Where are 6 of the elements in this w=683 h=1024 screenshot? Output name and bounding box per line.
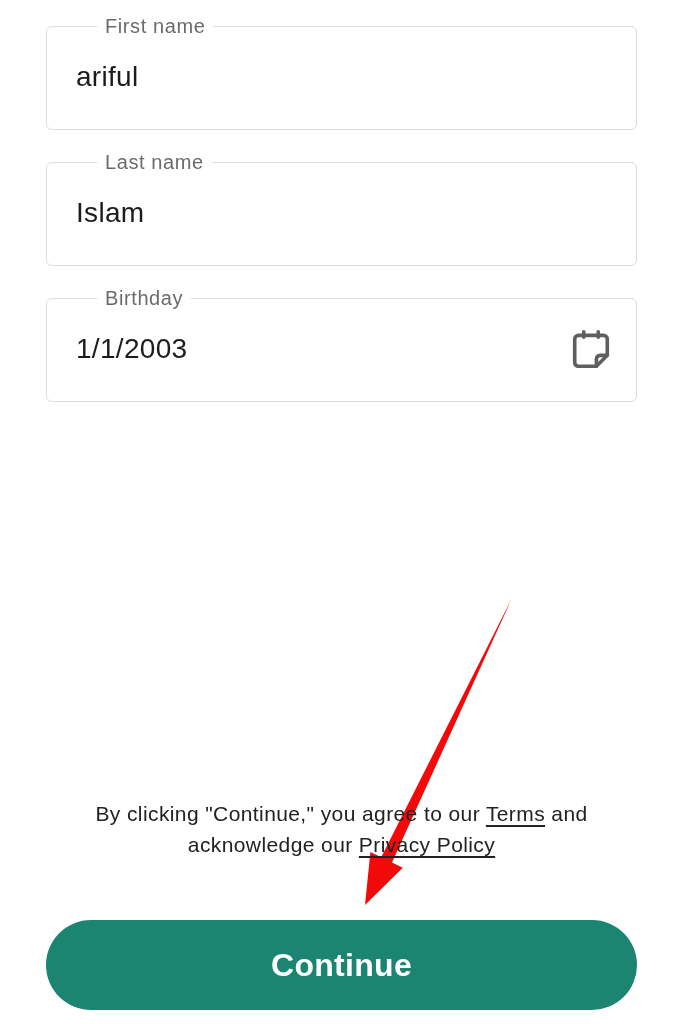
- field-label: Last name: [104, 150, 205, 174]
- calendar-icon[interactable]: [572, 330, 610, 368]
- field-label: First name: [104, 14, 207, 38]
- terms-link[interactable]: Terms: [485, 802, 546, 825]
- continue-button[interactable]: Continue: [46, 920, 637, 1010]
- field-label: Birthday: [104, 286, 185, 310]
